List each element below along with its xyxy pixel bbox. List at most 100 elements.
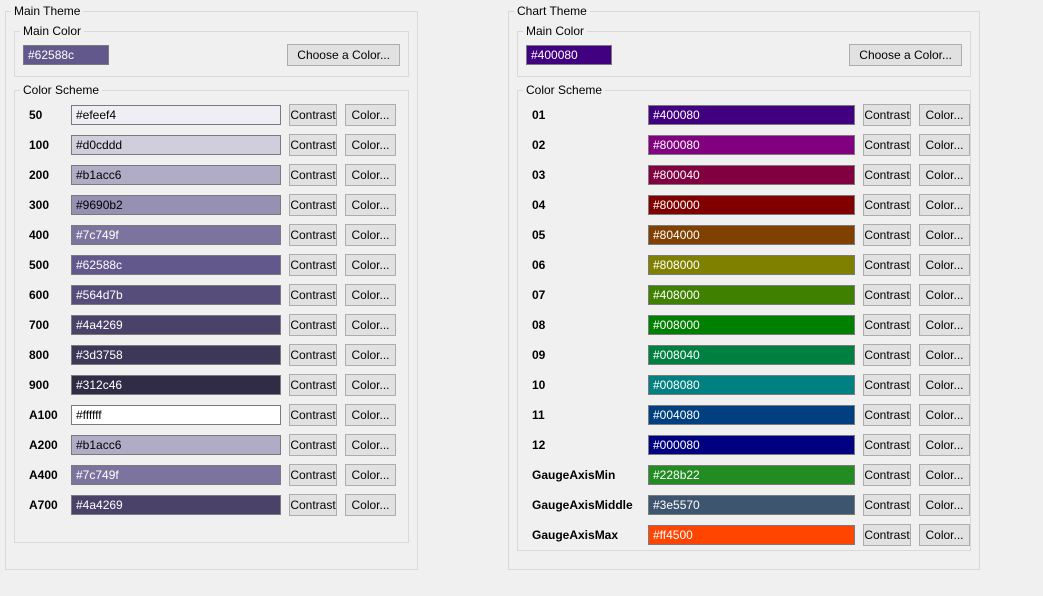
main-theme-main-swatch[interactable]: #62588c: [23, 45, 109, 65]
color-button[interactable]: Color...: [919, 104, 970, 126]
color-button[interactable]: Color...: [345, 134, 396, 156]
color-button[interactable]: Color...: [345, 434, 396, 456]
contrast-button[interactable]: Contrast: [289, 434, 337, 456]
color-swatch[interactable]: #3e5570: [648, 495, 855, 515]
color-button[interactable]: Color...: [919, 134, 970, 156]
contrast-button[interactable]: Contrast: [289, 374, 337, 396]
contrast-button[interactable]: Contrast: [289, 224, 337, 246]
chart-theme-choose-color-button[interactable]: Choose a Color...: [849, 44, 962, 66]
color-button[interactable]: Color...: [345, 224, 396, 246]
contrast-button[interactable]: Contrast: [863, 104, 911, 126]
color-swatch[interactable]: #800000: [648, 195, 855, 215]
color-button[interactable]: Color...: [919, 524, 970, 546]
color-button[interactable]: Color...: [919, 164, 970, 186]
color-swatch[interactable]: #800080: [648, 135, 855, 155]
color-swatch[interactable]: #d0cddd: [71, 135, 281, 155]
contrast-button[interactable]: Contrast: [289, 254, 337, 276]
color-swatch[interactable]: #008000: [648, 315, 855, 335]
contrast-button[interactable]: Contrast: [289, 194, 337, 216]
color-scheme-row: A400 #7c749f Contrast Color...: [29, 464, 408, 486]
color-swatch[interactable]: #228b22: [648, 465, 855, 485]
color-swatch[interactable]: #7c749f: [71, 225, 281, 245]
contrast-button[interactable]: Contrast: [863, 524, 911, 546]
color-swatch[interactable]: #62588c: [71, 255, 281, 275]
color-button[interactable]: Color...: [919, 404, 970, 426]
contrast-button[interactable]: Contrast: [863, 404, 911, 426]
contrast-button[interactable]: Contrast: [863, 224, 911, 246]
color-swatch[interactable]: #808000: [648, 255, 855, 275]
color-swatch[interactable]: #ffffff: [71, 405, 281, 425]
color-button[interactable]: Color...: [919, 374, 970, 396]
color-swatch[interactable]: #804000: [648, 225, 855, 245]
contrast-button[interactable]: Contrast: [863, 284, 911, 306]
color-button[interactable]: Color...: [345, 254, 396, 276]
color-swatch[interactable]: #4a4269: [71, 315, 281, 335]
contrast-button[interactable]: Contrast: [863, 194, 911, 216]
color-swatch[interactable]: #408000: [648, 285, 855, 305]
contrast-button[interactable]: Contrast: [863, 164, 911, 186]
color-button[interactable]: Color...: [919, 344, 970, 366]
color-swatch[interactable]: #000080: [648, 435, 855, 455]
color-hex-value: #808000: [653, 258, 700, 272]
color-button[interactable]: Color...: [345, 404, 396, 426]
color-swatch[interactable]: #008040: [648, 345, 855, 365]
color-button[interactable]: Color...: [345, 314, 396, 336]
color-button[interactable]: Color...: [919, 464, 970, 486]
color-swatch[interactable]: #312c46: [71, 375, 281, 395]
color-swatch[interactable]: #7c749f: [71, 465, 281, 485]
contrast-button[interactable]: Contrast: [863, 464, 911, 486]
color-button[interactable]: Color...: [919, 494, 970, 516]
color-button[interactable]: Color...: [345, 344, 396, 366]
color-swatch[interactable]: #b1acc6: [71, 435, 281, 455]
contrast-button[interactable]: Contrast: [289, 494, 337, 516]
color-swatch[interactable]: #efeef4: [71, 105, 281, 125]
contrast-button[interactable]: Contrast: [863, 434, 911, 456]
color-swatch[interactable]: #004080: [648, 405, 855, 425]
contrast-button[interactable]: Contrast: [863, 134, 911, 156]
contrast-button[interactable]: Contrast: [289, 104, 337, 126]
contrast-button[interactable]: Contrast: [863, 374, 911, 396]
color-hex-value: #008080: [653, 378, 700, 392]
contrast-button[interactable]: Contrast: [289, 134, 337, 156]
contrast-button[interactable]: Contrast: [863, 254, 911, 276]
color-swatch[interactable]: #008080: [648, 375, 855, 395]
color-button[interactable]: Color...: [345, 164, 396, 186]
contrast-button[interactable]: Contrast: [289, 344, 337, 366]
contrast-button[interactable]: Contrast: [289, 464, 337, 486]
color-swatch[interactable]: #4a4269: [71, 495, 281, 515]
contrast-button[interactable]: Contrast: [863, 344, 911, 366]
color-button[interactable]: Color...: [345, 104, 396, 126]
color-swatch[interactable]: #b1acc6: [71, 165, 281, 185]
contrast-button[interactable]: Contrast: [289, 164, 337, 186]
color-swatch[interactable]: #ff4500: [648, 525, 855, 545]
color-swatch[interactable]: #564d7b: [71, 285, 281, 305]
color-button[interactable]: Color...: [919, 224, 970, 246]
contrast-button[interactable]: Contrast: [289, 284, 337, 306]
color-button[interactable]: Color...: [919, 314, 970, 336]
color-button[interactable]: Color...: [919, 284, 970, 306]
chart-theme-main-swatch[interactable]: #400080: [526, 45, 612, 65]
color-button[interactable]: Color...: [345, 464, 396, 486]
color-button[interactable]: Color...: [345, 194, 396, 216]
color-button[interactable]: Color...: [919, 434, 970, 456]
color-button[interactable]: Color...: [919, 254, 970, 276]
color-swatch[interactable]: #3d3758: [71, 345, 281, 365]
contrast-button[interactable]: Contrast: [289, 314, 337, 336]
color-button[interactable]: Color...: [345, 494, 396, 516]
contrast-button[interactable]: Contrast: [863, 314, 911, 336]
color-scheme-row-label: 400: [29, 228, 63, 242]
color-button[interactable]: Color...: [345, 374, 396, 396]
color-hex-value: #3e5570: [653, 498, 700, 512]
chart-theme-color-scheme-group: Color Scheme 01 #400080 Contrast Color..…: [517, 83, 971, 551]
color-scheme-row: 500 #62588c Contrast Color...: [29, 254, 408, 276]
color-swatch[interactable]: #400080: [648, 105, 855, 125]
color-button[interactable]: Color...: [345, 284, 396, 306]
color-button[interactable]: Color...: [919, 194, 970, 216]
color-scheme-row: A200 #b1acc6 Contrast Color...: [29, 434, 408, 456]
color-scheme-row-label: A400: [29, 468, 63, 482]
color-swatch[interactable]: #9690b2: [71, 195, 281, 215]
contrast-button[interactable]: Contrast: [289, 404, 337, 426]
contrast-button[interactable]: Contrast: [863, 494, 911, 516]
main-theme-choose-color-button[interactable]: Choose a Color...: [287, 44, 400, 66]
color-swatch[interactable]: #800040: [648, 165, 855, 185]
